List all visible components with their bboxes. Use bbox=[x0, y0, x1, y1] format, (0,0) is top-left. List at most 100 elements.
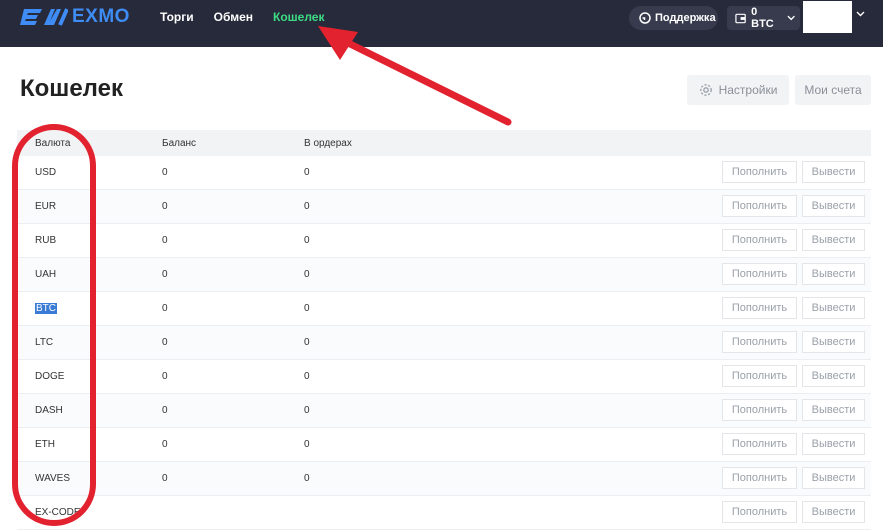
currency-code: LTC bbox=[35, 337, 54, 348]
currency-code: EUR bbox=[35, 201, 57, 212]
nav-item-trading[interactable]: Торги bbox=[160, 10, 194, 24]
balance-dropdown[interactable]: 0 BTC bbox=[727, 6, 800, 30]
table-row: EX-CODE Пополнить Вывести bbox=[17, 496, 871, 530]
withdraw-button[interactable]: Вывести bbox=[802, 195, 865, 217]
withdraw-button[interactable]: Вывести bbox=[802, 331, 865, 353]
in-orders-cell: 0 bbox=[304, 337, 310, 348]
currency-code: WAVES bbox=[35, 473, 71, 484]
withdraw-button[interactable]: Вывести bbox=[802, 161, 865, 183]
column-header-in-orders: В ордерах bbox=[304, 137, 352, 149]
deposit-button[interactable]: Пополнить bbox=[722, 331, 797, 353]
withdraw-button[interactable]: Вывести bbox=[802, 433, 865, 455]
in-orders-cell: 0 bbox=[304, 303, 310, 314]
currency-code: BTC bbox=[35, 303, 57, 314]
currency-cell: WAVES bbox=[35, 473, 70, 484]
currency-code: UAH bbox=[35, 269, 57, 280]
in-orders-cell: 0 bbox=[304, 269, 310, 280]
in-orders-cell: 0 bbox=[304, 235, 310, 246]
in-orders-cell: 0 bbox=[304, 371, 310, 382]
top-navigation-bar: EXMO Торги Обмен Кошелек Поддержка 0 BTC bbox=[0, 0, 883, 47]
user-account-box[interactable] bbox=[803, 1, 852, 33]
chevron-down-icon bbox=[787, 15, 795, 21]
deposit-button[interactable]: Пополнить bbox=[722, 501, 797, 523]
currency-code: ETH bbox=[35, 439, 55, 450]
in-orders-cell: 0 bbox=[304, 439, 310, 450]
in-orders-cell: 0 bbox=[304, 473, 310, 484]
gear-icon bbox=[699, 84, 712, 96]
table-row: DASH 0 0 Пополнить Вывести bbox=[17, 394, 871, 428]
withdraw-button[interactable]: Вывести bbox=[802, 263, 865, 285]
balance-cell: 0 bbox=[162, 167, 168, 178]
deposit-button[interactable]: Пополнить bbox=[722, 399, 797, 421]
currency-cell: EX-CODE bbox=[35, 507, 81, 518]
in-orders-cell: 0 bbox=[304, 405, 310, 416]
nav-item-exchange[interactable]: Обмен bbox=[214, 10, 253, 24]
wallet-table: Валюта Баланс В ордерах USD 0 0 Пополнить Вы… bbox=[17, 130, 871, 530]
support-chat-icon bbox=[639, 12, 651, 24]
withdraw-button[interactable]: Вывести bbox=[802, 467, 865, 489]
currency-cell: DOGE bbox=[35, 371, 64, 382]
withdraw-button[interactable]: Вывести bbox=[802, 399, 865, 421]
nav-item-wallet[interactable]: Кошелек bbox=[273, 10, 324, 24]
settings-label: Настройки bbox=[718, 83, 778, 97]
table-row: UAH 0 0 Пополнить Вывести bbox=[17, 258, 871, 292]
settings-button[interactable]: Настройки bbox=[687, 75, 789, 105]
currency-cell: ETH bbox=[35, 439, 55, 450]
deposit-button[interactable]: Пополнить bbox=[722, 433, 797, 455]
balance-cell: 0 bbox=[162, 269, 168, 280]
deposit-button[interactable]: Пополнить bbox=[722, 263, 797, 285]
withdraw-button[interactable]: Вывести bbox=[802, 365, 865, 387]
currency-code: EX-CODE bbox=[35, 507, 81, 518]
currency-cell: LTC bbox=[35, 337, 53, 348]
column-header-balance: Баланс bbox=[162, 137, 197, 149]
deposit-button[interactable]: Пополнить bbox=[722, 365, 797, 387]
table-body: USD 0 0 Пополнить Вывести EUR 0 0 Пополнить Вывес… bbox=[17, 156, 871, 530]
user-menu-chevron-icon[interactable] bbox=[856, 11, 865, 17]
table-row: BTC 0 0 Пополнить Вывести bbox=[17, 292, 871, 326]
table-row: ETH 0 0 Пополнить Вывести bbox=[17, 428, 871, 462]
currency-code: USD bbox=[35, 167, 57, 178]
currency-code: DASH bbox=[35, 405, 63, 416]
currency-cell: UAH bbox=[35, 269, 56, 280]
deposit-button[interactable]: Пополнить bbox=[722, 467, 797, 489]
deposit-button[interactable]: Пополнить bbox=[722, 161, 797, 183]
wallet-icon bbox=[735, 13, 746, 23]
balance-cell: 0 bbox=[162, 303, 168, 314]
balance-label: 0 BTC bbox=[751, 6, 774, 30]
support-label: Поддержка bbox=[655, 12, 716, 24]
exmo-logo-icon bbox=[20, 8, 68, 26]
currency-cell: BTC bbox=[35, 303, 57, 314]
balance-cell: 0 bbox=[162, 235, 168, 246]
main-nav: Торги Обмен Кошелек bbox=[160, 10, 344, 24]
deposit-button[interactable]: Пополнить bbox=[722, 297, 797, 319]
support-button[interactable]: Поддержка bbox=[629, 6, 718, 30]
in-orders-cell: 0 bbox=[304, 167, 310, 178]
currency-cell: RUB bbox=[35, 235, 56, 246]
table-row: LTC 0 0 Пополнить Вывести bbox=[17, 326, 871, 360]
table-row: WAVES 0 0 Пополнить Вывести bbox=[17, 462, 871, 496]
balance-cell: 0 bbox=[162, 337, 168, 348]
withdraw-button[interactable]: Вывести bbox=[802, 297, 865, 319]
withdraw-button[interactable]: Вывести bbox=[802, 501, 865, 523]
deposit-button[interactable]: Пополнить bbox=[722, 229, 797, 251]
page-title: Кошелек bbox=[20, 75, 123, 102]
in-orders-cell: 0 bbox=[304, 201, 310, 212]
table-row: DOGE 0 0 Пополнить Вывести bbox=[17, 360, 871, 394]
balance-cell: 0 bbox=[162, 405, 168, 416]
balance-cell: 0 bbox=[162, 439, 168, 450]
currency-cell: DASH bbox=[35, 405, 63, 416]
withdraw-button[interactable]: Вывести bbox=[802, 229, 865, 251]
column-header-currency: Валюта bbox=[35, 137, 71, 149]
exmo-logo[interactable]: EXMO bbox=[20, 6, 130, 28]
my-accounts-label: Мои счета bbox=[804, 83, 862, 97]
table-row: RUB 0 0 Пополнить Вывести bbox=[17, 224, 871, 258]
currency-cell: USD bbox=[35, 167, 56, 178]
deposit-button[interactable]: Пополнить bbox=[722, 195, 797, 217]
table-row: EUR 0 0 Пополнить Вывести bbox=[17, 190, 871, 224]
currency-code: RUB bbox=[35, 235, 57, 246]
logo-text: EXMO bbox=[72, 6, 130, 27]
balance-cell: 0 bbox=[162, 473, 168, 484]
balance-cell: 0 bbox=[162, 201, 168, 212]
balance-cell: 0 bbox=[162, 371, 168, 382]
my-accounts-button[interactable]: Мои счета bbox=[795, 75, 871, 105]
